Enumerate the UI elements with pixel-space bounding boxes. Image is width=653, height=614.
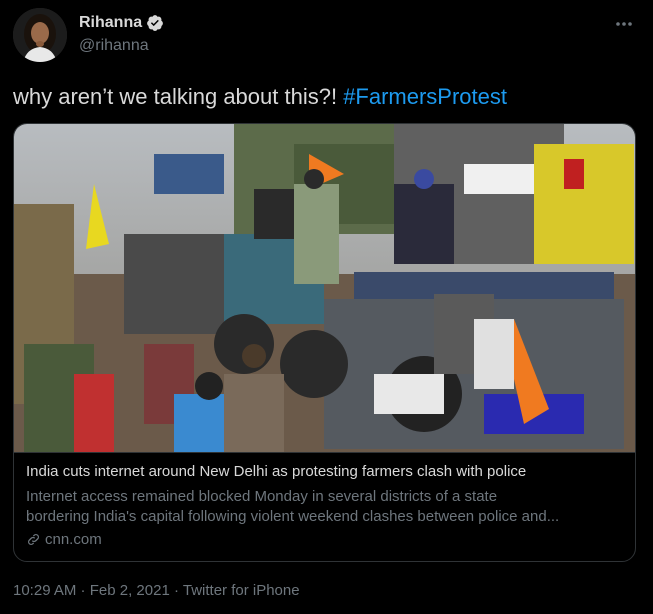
card-description-line1: Internet access remained blocked Monday … bbox=[26, 488, 498, 505]
more-options-button[interactable] bbox=[613, 14, 635, 34]
verified-badge-icon bbox=[147, 15, 163, 31]
card-body: India cuts internet around New Delhi as … bbox=[14, 452, 635, 561]
tweet-source[interactable]: Twitter for iPhone bbox=[183, 582, 300, 599]
tweet-meta: 10:29 AM · Feb 2, 2021 · Twitter for iPh… bbox=[13, 582, 300, 599]
card-domain: cnn.com bbox=[26, 531, 102, 548]
meta-separator: · bbox=[169, 582, 183, 599]
card-description-line2: bordering India's capital following viol… bbox=[26, 508, 560, 525]
card-image[interactable] bbox=[14, 124, 635, 452]
author-name-row: Rihanna bbox=[79, 14, 164, 32]
meta-separator: · bbox=[76, 582, 90, 599]
hashtag-link[interactable]: #FarmersProtest bbox=[343, 84, 507, 109]
card-description: Internet access remained blocked Monday … bbox=[26, 487, 626, 527]
timestamp-time[interactable]: 10:29 AM bbox=[13, 582, 76, 599]
card-title: India cuts internet around New Delhi as … bbox=[26, 463, 527, 480]
avatar[interactable] bbox=[13, 8, 67, 62]
tweet-text-body: why aren’t we talking about this?! bbox=[13, 84, 344, 109]
tweet-text: why aren’t we talking about this?! #Farm… bbox=[13, 84, 507, 110]
tweet: Rihanna @rihanna why aren’t we talking a… bbox=[0, 0, 653, 614]
link-card[interactable]: India cuts internet around New Delhi as … bbox=[13, 123, 636, 562]
display-name[interactable]: Rihanna bbox=[79, 14, 142, 32]
more-horizontal-icon bbox=[616, 22, 632, 26]
link-icon bbox=[28, 534, 39, 545]
card-domain-text: cnn.com bbox=[45, 531, 102, 548]
author-handle[interactable]: @rihanna bbox=[79, 37, 149, 55]
timestamp-date[interactable]: Feb 2, 2021 bbox=[90, 582, 170, 599]
